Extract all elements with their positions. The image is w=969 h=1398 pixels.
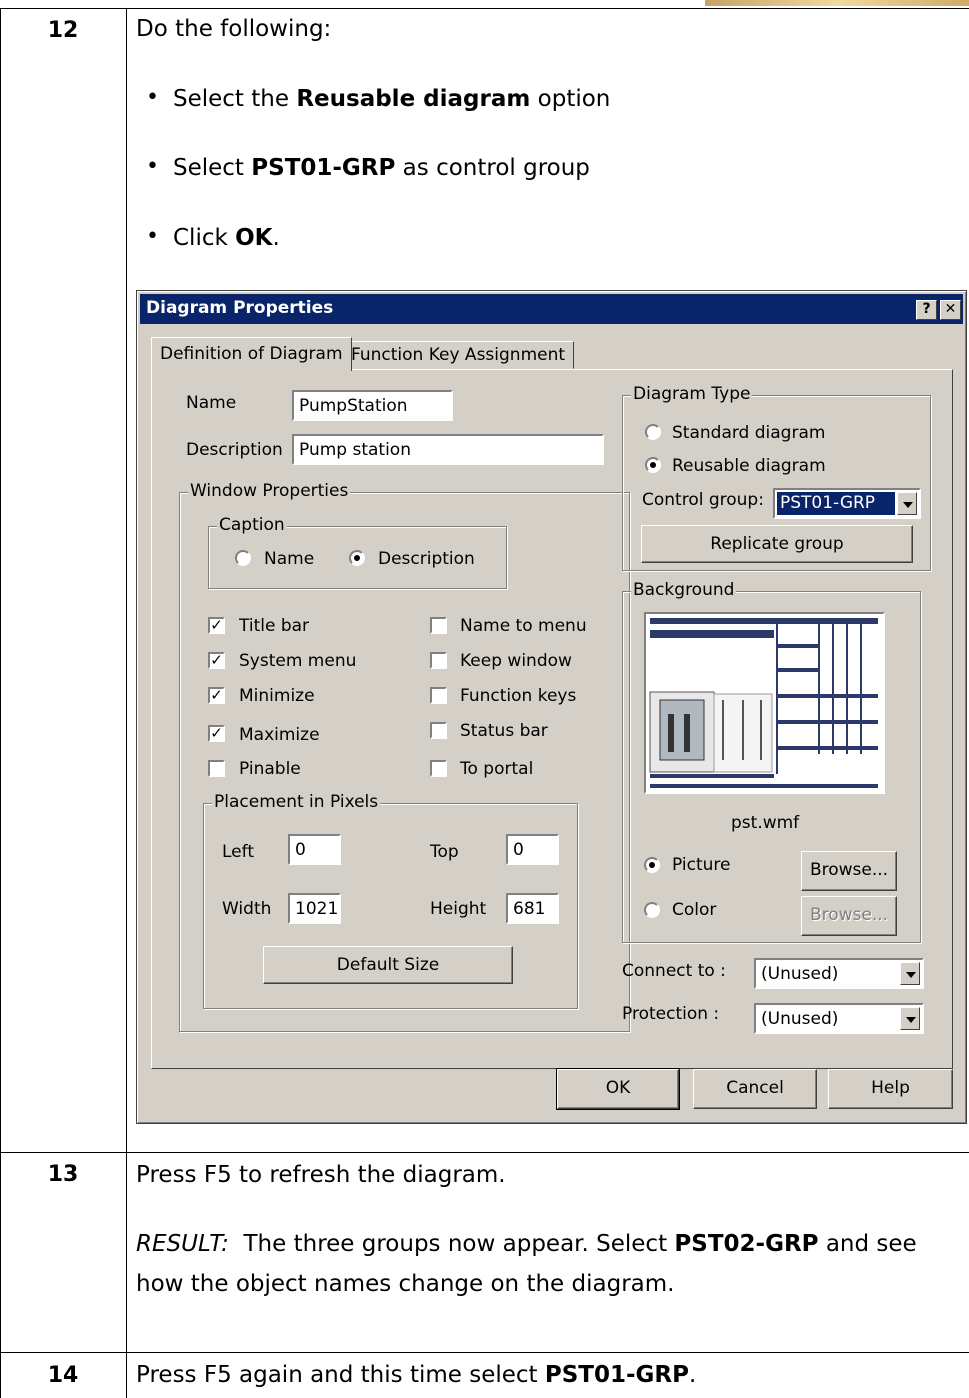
caption-description-label: Description bbox=[378, 549, 475, 569]
help-icon[interactable]: ? bbox=[916, 300, 937, 320]
top-label: Top bbox=[430, 842, 459, 862]
system-menu-checkbox[interactable]: ✓ bbox=[208, 652, 225, 669]
bullet-item: Select the Reusable diagram option bbox=[173, 86, 611, 112]
title-bar-checkbox[interactable]: ✓ bbox=[208, 617, 225, 634]
name-field[interactable]: PumpStation bbox=[292, 390, 453, 421]
description-field[interactable]: Pump station bbox=[292, 434, 604, 465]
function-keys-checkbox[interactable] bbox=[430, 687, 447, 704]
tab-function-keys[interactable]: Function Key Assignment bbox=[342, 341, 575, 369]
table-row-divider bbox=[0, 1152, 969, 1153]
cancel-button[interactable]: Cancel bbox=[693, 1069, 817, 1109]
step-result: RESULT: The three groups now appear. Sel… bbox=[136, 1231, 917, 1257]
keep-window-label: Keep window bbox=[460, 651, 572, 671]
protection-label: Protection : bbox=[622, 1004, 720, 1024]
picture-radio[interactable] bbox=[644, 857, 660, 873]
control-group-value: PST01-GRP bbox=[777, 492, 895, 515]
connect-to-label: Connect to : bbox=[622, 961, 726, 981]
step-intro: Do the following: bbox=[136, 16, 332, 42]
bullet-icon: • bbox=[146, 85, 159, 110]
step-text: Press F5 again and this time select PST0… bbox=[136, 1362, 697, 1388]
status-bar-label: Status bar bbox=[460, 721, 548, 741]
bullet-item: Select PST01-GRP as control group bbox=[173, 155, 590, 181]
step-number: 14 bbox=[47, 1363, 79, 1388]
name-label: Name bbox=[186, 393, 237, 413]
reusable-diagram-label: Reusable diagram bbox=[672, 456, 826, 476]
default-size-button[interactable]: Default Size bbox=[263, 946, 513, 984]
document-page: 12 Do the following: • Select the Reusab… bbox=[0, 0, 969, 1398]
connect-to-value: (Unused) bbox=[761, 964, 839, 984]
table-column-divider bbox=[126, 8, 127, 1398]
header-decoration bbox=[705, 0, 969, 6]
control-group-label: Control group: bbox=[642, 490, 764, 510]
diagram-type-label: Diagram Type bbox=[631, 384, 753, 404]
minimize-label: Minimize bbox=[239, 686, 315, 706]
function-keys-label: Function keys bbox=[460, 686, 577, 706]
connect-to-select[interactable]: (Unused) bbox=[754, 958, 924, 989]
background-label: Background bbox=[631, 580, 737, 600]
name-to-menu-checkbox[interactable] bbox=[430, 617, 447, 634]
title-bar-label: Title bar bbox=[239, 616, 310, 636]
reusable-diagram-radio[interactable] bbox=[645, 457, 661, 473]
bullet-item: Click OK. bbox=[173, 225, 280, 251]
close-icon[interactable]: ✕ bbox=[940, 300, 961, 320]
standard-diagram-radio[interactable] bbox=[645, 424, 661, 440]
background-preview-image bbox=[644, 612, 885, 794]
height-label: Height bbox=[430, 899, 487, 919]
left-field[interactable]: 0 bbox=[288, 834, 341, 865]
caption-description-radio[interactable] bbox=[349, 550, 365, 566]
step-number: 12 bbox=[47, 18, 79, 43]
ok-button[interactable]: OK bbox=[556, 1068, 680, 1110]
minimize-checkbox[interactable]: ✓ bbox=[208, 687, 225, 704]
tab-definition[interactable]: Definition of Diagram bbox=[151, 337, 352, 371]
help-button[interactable]: Help bbox=[828, 1069, 953, 1109]
protection-value: (Unused) bbox=[761, 1009, 839, 1029]
diagram-thumbnail-icon bbox=[646, 614, 883, 792]
protection-select[interactable]: (Unused) bbox=[754, 1003, 924, 1034]
status-bar-checkbox[interactable] bbox=[430, 722, 447, 739]
height-field[interactable]: 681 bbox=[506, 893, 559, 924]
bullet-icon: • bbox=[146, 224, 159, 249]
to-portal-checkbox[interactable] bbox=[430, 760, 447, 777]
left-label: Left bbox=[222, 842, 254, 862]
top-field[interactable]: 0 bbox=[506, 834, 559, 865]
picture-label: Picture bbox=[672, 855, 731, 875]
dialog-titlebar: Diagram Properties ? ✕ bbox=[140, 294, 963, 324]
browse-picture-button[interactable]: Browse... bbox=[801, 851, 897, 891]
bullet-icon: • bbox=[146, 154, 159, 179]
pinable-label: Pinable bbox=[239, 759, 301, 779]
maximize-label: Maximize bbox=[239, 725, 320, 745]
chevron-down-icon[interactable] bbox=[900, 1007, 920, 1030]
table-border-top bbox=[0, 8, 969, 9]
dialog-title: Diagram Properties bbox=[146, 298, 334, 318]
description-label: Description bbox=[186, 440, 283, 460]
caption-label: Caption bbox=[217, 515, 287, 535]
diagram-properties-dialog: Diagram Properties ? ✕ Definition of Dia… bbox=[136, 290, 967, 1124]
chevron-down-icon[interactable] bbox=[900, 962, 920, 985]
replicate-group-button[interactable]: Replicate group bbox=[641, 525, 913, 563]
pinable-checkbox[interactable] bbox=[208, 760, 225, 777]
name-to-menu-label: Name to menu bbox=[460, 616, 587, 636]
to-portal-label: To portal bbox=[460, 759, 534, 779]
background-file-label: pst.wmf bbox=[731, 813, 800, 833]
width-label: Width bbox=[222, 899, 272, 919]
keep-window-checkbox[interactable] bbox=[430, 652, 447, 669]
step-result-line2: how the object names change on the diagr… bbox=[136, 1271, 675, 1297]
maximize-checkbox[interactable]: ✓ bbox=[208, 725, 225, 742]
table-border-left bbox=[0, 8, 1, 1398]
table-row-divider bbox=[0, 1352, 969, 1353]
placement-label: Placement in Pixels bbox=[212, 792, 381, 812]
window-properties-label: Window Properties bbox=[188, 481, 351, 501]
caption-name-radio[interactable] bbox=[235, 550, 251, 566]
chevron-down-icon[interactable] bbox=[897, 492, 917, 515]
step-text: Press F5 to refresh the diagram. bbox=[136, 1162, 506, 1188]
standard-diagram-label: Standard diagram bbox=[672, 423, 826, 443]
color-radio[interactable] bbox=[644, 902, 660, 918]
system-menu-label: System menu bbox=[239, 651, 357, 671]
browse-color-button[interactable]: Browse... bbox=[801, 896, 897, 936]
control-group-select[interactable]: PST01-GRP bbox=[773, 488, 921, 519]
width-field[interactable]: 1021 bbox=[288, 893, 341, 924]
step-number: 13 bbox=[47, 1162, 79, 1187]
color-label: Color bbox=[672, 900, 717, 920]
caption-name-label: Name bbox=[264, 549, 315, 569]
